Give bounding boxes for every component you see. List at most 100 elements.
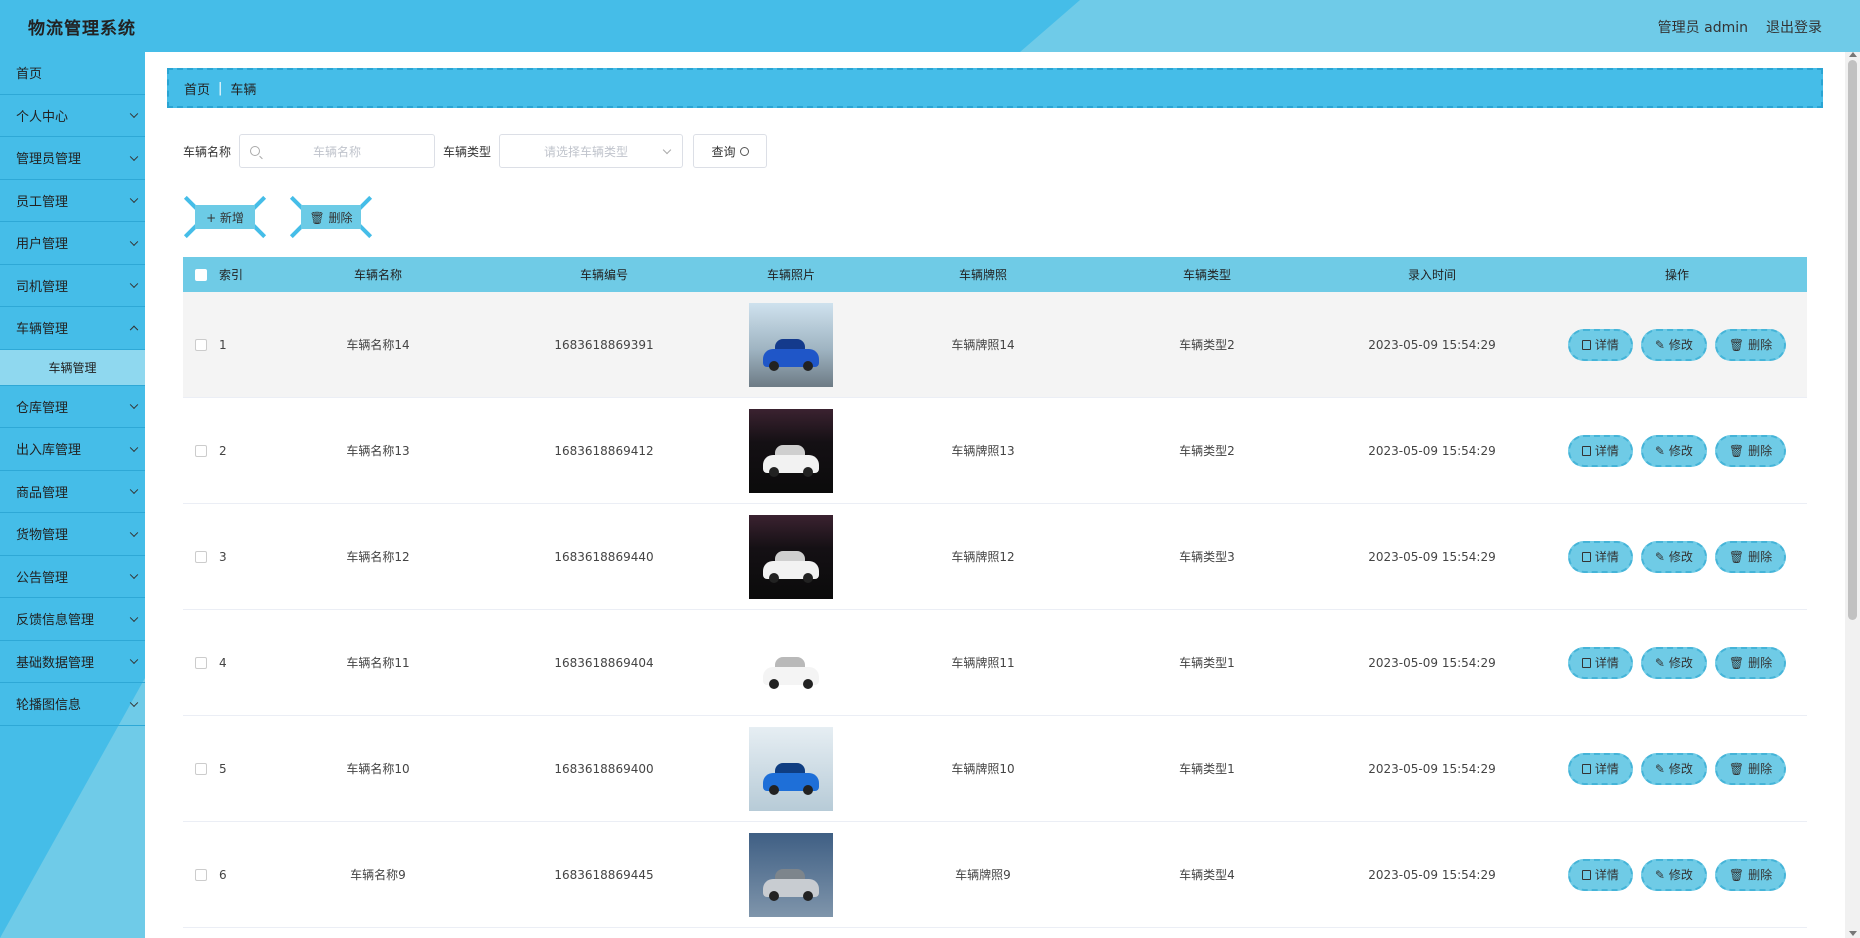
sidebar-item-label: 员工管理 — [16, 194, 69, 210]
row-checkbox-cell — [183, 868, 219, 881]
edit-button[interactable]: ✎ 修改 — [1640, 328, 1707, 361]
edit-button[interactable]: ✎ 修改 — [1640, 434, 1707, 467]
row-checkbox[interactable] — [195, 338, 207, 351]
sidebar-item[interactable]: 用户管理 — [0, 222, 145, 265]
row-index: 3 — [219, 549, 227, 564]
document-icon — [1581, 551, 1591, 562]
sidebar-item[interactable]: 首页 — [0, 52, 145, 95]
trash-icon: 🗑 — [1728, 443, 1745, 458]
query-button[interactable]: 查询 — [693, 134, 768, 168]
delete-button[interactable]: 🗑 删除 — [1714, 646, 1787, 679]
detail-button[interactable]: 详情 — [1567, 434, 1633, 467]
detail-button[interactable]: 详情 — [1567, 646, 1633, 679]
scroll-up-icon[interactable] — [1849, 52, 1857, 57]
delete-button[interactable]: 🗑 删除 — [1714, 858, 1787, 891]
table-header: 索引 车辆名称 车辆编号 车辆照片 车辆牌照 车辆类型 录入时间 操作 — [183, 257, 1807, 292]
sidebar-item[interactable]: 员工管理 — [0, 180, 145, 222]
edit-button[interactable]: ✎ 修改 — [1640, 752, 1707, 785]
vehicle-photo[interactable] — [749, 832, 833, 917]
sidebar-item[interactable]: 个人中心 — [0, 95, 145, 137]
vehicle-photo[interactable] — [749, 302, 833, 387]
sidebar-item[interactable]: 仓库管理 — [0, 386, 145, 428]
delete-button[interactable]: 🗑 删除 — [1714, 752, 1787, 785]
sidebar-item[interactable]: 基础数据管理 — [0, 641, 145, 683]
add-button[interactable]: + 新增 — [183, 195, 267, 239]
detail-label: 详情 — [1594, 444, 1619, 458]
row-plate: 车辆牌照11 — [951, 656, 1015, 670]
breadcrumb-current: 车辆 — [230, 82, 257, 98]
detail-button[interactable]: 详情 — [1567, 858, 1633, 891]
sidebar-item[interactable]: 出入库管理 — [0, 428, 145, 471]
delete-button[interactable]: 🗑 删除 — [1714, 434, 1787, 467]
row-time: 2023-05-09 15:54:29 — [1368, 655, 1496, 670]
row-index: 2 — [219, 443, 227, 458]
table-row[interactable]: 5 车辆名称10 1683618869400 车辆牌照10 车辆类型1 2023-05-0… — [183, 716, 1807, 822]
row-checkbox[interactable] — [195, 762, 207, 775]
table-row[interactable]: 2 车辆名称13 1683618869412 车辆牌照13 车辆类型2 2023-05-0… — [183, 398, 1807, 504]
sidebar-item-label: 基础数据管理 — [16, 655, 95, 671]
vehicle-photo[interactable] — [749, 514, 833, 599]
row-vehicle-name: 车辆名称11 — [346, 656, 410, 670]
logout-link[interactable]: 退出登录 — [1766, 17, 1822, 37]
sidebar-item-label: 司机管理 — [16, 279, 69, 295]
sidebar-item[interactable]: 车辆管理 — [0, 307, 145, 350]
edit-label: 修改 — [1668, 656, 1693, 670]
sidebar-item[interactable]: 管理员管理 — [0, 137, 145, 180]
vehicle-photo[interactable] — [749, 726, 833, 811]
sidebar-item[interactable]: 货物管理 — [0, 513, 145, 556]
sidebar-item[interactable]: 反馈信息管理 — [0, 598, 145, 641]
table-row[interactable]: 1 车辆名称14 1683618869391 车辆牌照14 车辆类型2 2023-05-0… — [183, 292, 1807, 398]
row-photo-cell — [717, 302, 865, 387]
sidebar-subitem-vehicle-management[interactable]: 车辆管理 — [0, 349, 145, 386]
row-vehicle-name: 车辆名称10 — [346, 762, 410, 776]
chevron-down-icon — [129, 109, 139, 119]
edit-label: 修改 — [1668, 868, 1693, 882]
vehicle-type-label: 车辆类型 — [443, 144, 492, 159]
row-checkbox[interactable] — [195, 656, 207, 669]
detail-button[interactable]: 详情 — [1567, 328, 1633, 361]
delete-button[interactable]: 🗑 删除 — [1714, 328, 1787, 361]
current-user: 管理员 admin — [1657, 20, 1748, 36]
document-icon — [1581, 763, 1591, 774]
detail-button[interactable]: 详情 — [1567, 752, 1633, 785]
vehicle-type-select[interactable]: 请选择车辆类型 — [499, 134, 684, 168]
row-checkbox[interactable] — [195, 868, 207, 881]
edit-button[interactable]: ✎ 修改 — [1640, 540, 1707, 573]
page-scrollbar[interactable] — [1845, 52, 1860, 938]
edit-button[interactable]: ✎ 修改 — [1640, 858, 1707, 891]
row-checkbox[interactable] — [195, 550, 207, 563]
select-all-checkbox[interactable] — [195, 268, 207, 281]
row-checkbox[interactable] — [195, 444, 207, 457]
breadcrumb-home[interactable]: 首页 — [184, 79, 210, 98]
table-row[interactable]: 3 车辆名称12 1683618869440 车辆牌照12 车辆类型3 2023-05-0… — [183, 504, 1807, 610]
sidebar-item-label: 个人中心 — [16, 109, 69, 125]
row-ops: 详情 ✎ 修改 🗑 删除 — [1551, 752, 1803, 785]
sidebar-item[interactable]: 公告管理 — [0, 556, 145, 598]
row-time: 2023-05-09 15:54:29 — [1368, 761, 1496, 776]
edit-button[interactable]: ✎ 修改 — [1640, 646, 1707, 679]
chevron-down-icon — [129, 655, 139, 665]
vehicle-photo[interactable] — [749, 408, 833, 493]
header-index: 索引 — [219, 268, 244, 282]
batch-delete-button[interactable]: 🗑 删除 — [289, 195, 373, 239]
car-wheel — [803, 784, 813, 795]
sidebar-item[interactable]: 商品管理 — [0, 471, 145, 513]
scroll-thumb[interactable] — [1848, 60, 1857, 620]
main-content: 首页 | 车辆 车辆名称 车辆名称 车辆类型 请选择车辆类型 查询 + 新增 🗑… — [145, 52, 1845, 938]
detail-button[interactable]: 详情 — [1567, 540, 1633, 573]
chevron-down-icon — [129, 194, 139, 204]
row-vehicle-name: 车辆名称12 — [346, 550, 410, 564]
row-checkbox-cell — [183, 656, 219, 669]
scroll-down-icon[interactable] — [1849, 931, 1857, 936]
table-row[interactable]: 4 车辆名称11 1683618869404 车辆牌照11 车辆类型1 2023-05-0… — [183, 610, 1807, 716]
delete-button[interactable]: 🗑 删除 — [1714, 540, 1787, 573]
car-wheel — [803, 466, 813, 477]
row-vehicle-name: 车辆名称13 — [346, 444, 410, 458]
table-row[interactable]: 6 车辆名称9 1683618869445 车辆牌照9 车辆类型4 2023-05-09 … — [183, 822, 1807, 928]
batch-delete-text: 删除 — [328, 210, 353, 225]
vehicle-photo[interactable] — [749, 620, 833, 705]
sidebar-item[interactable]: 轮播图信息 — [0, 683, 145, 726]
sidebar-item[interactable]: 司机管理 — [0, 265, 145, 307]
pencil-icon: ✎ — [1654, 761, 1665, 776]
vehicle-name-input[interactable]: 车辆名称 — [239, 134, 436, 168]
